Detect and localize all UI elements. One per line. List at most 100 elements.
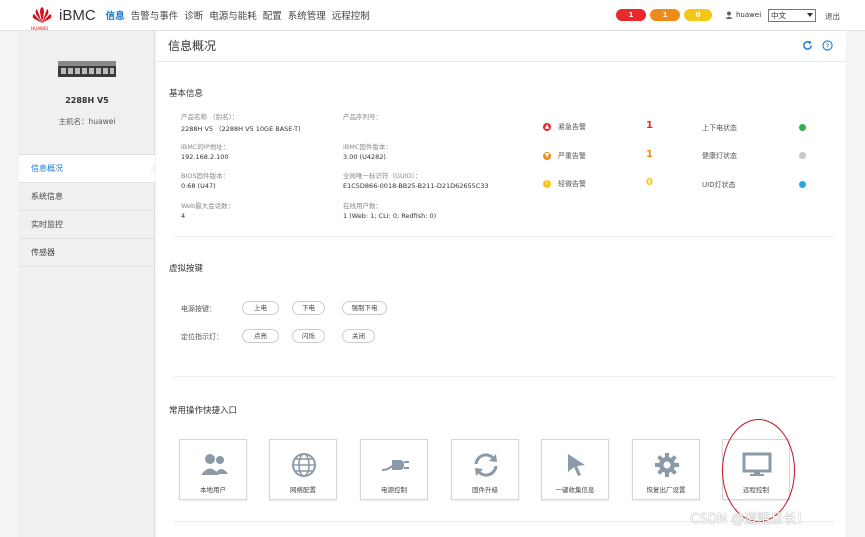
globe-icon bbox=[292, 453, 316, 477]
tile-label: 电源控制 bbox=[381, 486, 407, 494]
force-power-off-button[interactable]: 强制下电 bbox=[342, 301, 387, 315]
logout-link[interactable]: 退出 bbox=[825, 11, 840, 22]
alarm-summary: 1 1 0 bbox=[616, 9, 716, 21]
major-alarm-count[interactable]: 1 bbox=[646, 149, 653, 160]
section-divider bbox=[174, 236, 834, 237]
sidebar-item-overview[interactable]: 信息概况 bbox=[19, 155, 156, 183]
username: huawei bbox=[736, 11, 762, 19]
top-bar: HUAWEI iBMC 信息 告警与事件 诊断 电源与能耗 配置 系统管理 远程… bbox=[0, 0, 865, 31]
main-nav: 信息 告警与事件 诊断 电源与能耗 配置 系统管理 远程控制 bbox=[106, 8, 376, 22]
bios-firmware-field: BIOS固件版本： 0.68 (U47) bbox=[181, 170, 341, 190]
tile-firmware-upgrade[interactable]: 固件升级 bbox=[451, 439, 519, 500]
guid-field: 全局唯一标识符（GUID）： E1C5D866-0018-BB25-B211-D… bbox=[343, 170, 533, 190]
power-off-button[interactable]: 下电 bbox=[292, 301, 325, 315]
locator-led-label: 定位指示灯： bbox=[181, 333, 223, 341]
serial-number-label: 产品序列号： bbox=[343, 113, 382, 121]
virtual-keys-title: 虚拟按键 bbox=[169, 264, 204, 274]
tile-label: 一键收集信息 bbox=[555, 486, 595, 494]
major-alarm-row[interactable]: ▼ 严重告警 bbox=[543, 151, 586, 161]
serial-number-field: 产品序列号： bbox=[343, 111, 503, 123]
brand-name: iBMC bbox=[59, 6, 96, 24]
refresh-arrows-icon bbox=[474, 453, 498, 477]
critical-alarm-count[interactable]: 1 bbox=[646, 120, 653, 131]
minor-alarm-badge[interactable]: 0 bbox=[684, 9, 712, 21]
online-users-label: 在线用户数： bbox=[343, 202, 382, 210]
nav-config[interactable]: 配置 bbox=[263, 8, 282, 22]
page-margin bbox=[846, 31, 865, 537]
basic-info-title: 基本信息 bbox=[169, 89, 204, 99]
ibmc-firmware-value: 3.00 (U4282) bbox=[343, 153, 386, 161]
server-model: 2288H V5 bbox=[65, 96, 109, 105]
cursor-icon bbox=[568, 454, 585, 476]
section-divider bbox=[174, 376, 834, 377]
led-off-button[interactable]: 关闭 bbox=[342, 329, 375, 343]
sidebar: 2288H V5 主机名：huawei 信息概况 系统信息 实时监控 传感器 bbox=[19, 31, 156, 537]
product-name-field: 产品名称 （别名）： 2288H V5 （2288H V5 10GE BASE-… bbox=[181, 111, 341, 133]
nav-alarms-events[interactable]: 告警与事件 bbox=[131, 8, 179, 22]
side-menu: 信息概况 系统信息 实时监控 传感器 bbox=[19, 154, 156, 267]
tile-one-click-collect[interactable]: 一键收集信息 bbox=[541, 439, 609, 500]
sidebar-item-system-info[interactable]: 系统信息 bbox=[19, 183, 155, 211]
power-button-label: 电源按键： bbox=[181, 305, 216, 313]
power-state-label: 上下电状态 bbox=[702, 124, 737, 132]
nav-info[interactable]: 信息 bbox=[106, 8, 125, 22]
major-alarm-label: 严重告警 bbox=[558, 152, 586, 160]
minor-alarm-label: 轻微告警 bbox=[558, 180, 586, 188]
power-plug-icon bbox=[381, 460, 409, 471]
ibmc-ip-value: 192.168.2.100 bbox=[181, 153, 229, 161]
guid-label: 全局唯一标识符（GUID）： bbox=[343, 172, 422, 180]
sidebar-item-sensors[interactable]: 传感器 bbox=[19, 239, 155, 267]
health-led-indicator bbox=[799, 152, 806, 159]
health-led-label: 健康灯状态 bbox=[702, 152, 737, 160]
guid-value: E1C5D866-0018-BB25-B211-D21D62655C33 bbox=[343, 182, 489, 190]
shortcuts-title: 常用操作快捷入口 bbox=[169, 406, 238, 416]
product-name-label: 产品名称 （别名）： bbox=[181, 113, 239, 121]
alarm-minor-icon: ! bbox=[543, 180, 551, 188]
web-max-sessions-value: 4 bbox=[181, 212, 186, 220]
bios-firmware-label: BIOS固件版本： bbox=[181, 172, 230, 180]
gear-icon bbox=[655, 453, 679, 477]
users-icon bbox=[201, 454, 228, 475]
refresh-icon[interactable] bbox=[802, 40, 813, 51]
uid-led-label: UID灯状态 bbox=[702, 181, 736, 189]
svg-text:?: ? bbox=[826, 41, 830, 50]
user-icon bbox=[725, 11, 733, 19]
power-state-indicator bbox=[799, 124, 806, 131]
tile-network-config[interactable]: 网络配置 bbox=[269, 439, 337, 500]
critical-alarm-badge[interactable]: 1 bbox=[616, 9, 646, 21]
tile-label: 本地用户 bbox=[200, 486, 226, 494]
web-max-sessions-field: Web最大会话数： 4 bbox=[181, 200, 341, 220]
huawei-logo: HUAWEI iBMC bbox=[31, 6, 96, 32]
tile-factory-reset[interactable]: 恢复出厂设置 bbox=[632, 439, 700, 500]
nav-system-management[interactable]: 系统管理 bbox=[288, 8, 326, 22]
ibmc-ip-label: iBMC的IP地址： bbox=[181, 143, 230, 151]
server-image bbox=[58, 61, 116, 77]
critical-alarm-row[interactable]: ▲ 紧急告警 bbox=[543, 122, 586, 132]
nav-diagnostics[interactable]: 诊断 bbox=[184, 8, 203, 22]
web-max-sessions-label: Web最大会话数： bbox=[181, 202, 235, 210]
critical-alarm-label: 紧急告警 bbox=[558, 123, 586, 131]
chevron-down-icon bbox=[807, 13, 813, 17]
nav-remote-control[interactable]: 远程控制 bbox=[332, 8, 370, 22]
sidebar-item-realtime-monitor[interactable]: 实时监控 bbox=[19, 211, 155, 239]
power-on-button[interactable]: 上电 bbox=[242, 301, 279, 315]
led-on-button[interactable]: 点亮 bbox=[242, 329, 279, 343]
hostname: 主机名：huawei bbox=[58, 117, 116, 126]
huawei-logo-icon: HUAWEI bbox=[31, 6, 53, 31]
major-alarm-badge[interactable]: 1 bbox=[650, 9, 680, 21]
minor-alarm-count[interactable]: 0 bbox=[646, 177, 653, 188]
nav-power-energy[interactable]: 电源与能耗 bbox=[209, 8, 257, 22]
language-select[interactable]: 中文 bbox=[768, 9, 816, 22]
tile-power-control[interactable]: 电源控制 bbox=[360, 439, 428, 500]
title-divider bbox=[156, 61, 846, 62]
led-blink-button[interactable]: 闪烁 bbox=[292, 329, 325, 343]
help-icon[interactable]: ? bbox=[822, 40, 833, 51]
ibmc-firmware-field: iBMC固件版本： 3.00 (U4282) bbox=[343, 141, 503, 161]
tile-label: 固件升级 bbox=[472, 486, 498, 494]
language-value: 中文 bbox=[771, 11, 786, 20]
tile-label: 恢复出厂设置 bbox=[646, 486, 686, 494]
tile-label: 网络配置 bbox=[290, 486, 316, 494]
minor-alarm-row[interactable]: ! 轻微告警 bbox=[543, 179, 586, 189]
online-users-value: 1 (Web: 1; CLI: 0; Redfish: 0) bbox=[343, 212, 437, 220]
tile-local-users[interactable]: 本地用户 bbox=[179, 439, 247, 500]
